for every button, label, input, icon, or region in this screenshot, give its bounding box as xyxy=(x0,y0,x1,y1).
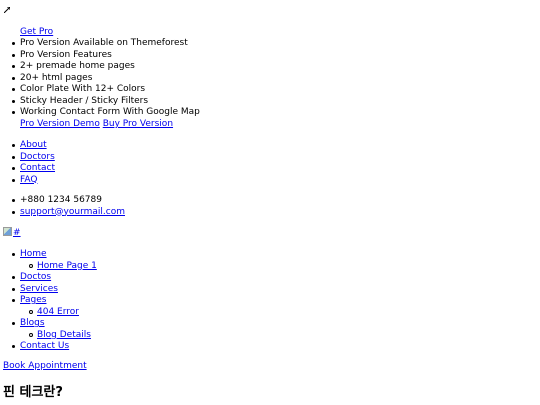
submenu-item: Blog Details xyxy=(29,330,97,342)
nav-link-404[interactable]: 404 Error xyxy=(37,307,79,317)
nav-link-home-page-1[interactable]: Home Page 1 xyxy=(37,261,97,271)
pro-demo-link[interactable]: Pro Version Demo xyxy=(20,119,100,129)
list-item: Pro Version Features xyxy=(12,50,200,62)
nav-item-home: Home Home Page 1 xyxy=(12,249,97,273)
contact-link[interactable]: Contact xyxy=(20,163,55,173)
contact-info: +880 1234 56789 support@yourmail.com xyxy=(0,195,125,218)
nav-item-services: Services xyxy=(12,284,97,296)
pages-submenu: 404 Error xyxy=(20,307,97,319)
list-item: FAQ xyxy=(11,175,55,187)
nav-link-blog-details[interactable]: Blog Details xyxy=(37,330,91,340)
pro-promo-panel: Get Pro xyxy=(20,27,53,39)
nav-item-pages: Pages 404 Error xyxy=(12,295,97,319)
pro-links: Pro Version Demo Buy Pro Version xyxy=(20,119,173,131)
faq-link[interactable]: FAQ xyxy=(20,175,37,185)
pro-features-list: Pro Version Available on Themeforest Pro… xyxy=(0,38,200,119)
blogs-submenu: Blog Details xyxy=(20,330,97,342)
nav-link-contact-us[interactable]: Contact Us xyxy=(20,341,69,351)
home-submenu: Home Page 1 xyxy=(20,261,97,273)
nav-link-doctors[interactable]: Doctos xyxy=(20,272,51,282)
list-item: support@yourmail.com xyxy=(12,207,125,219)
list-item: 2+ premade home pages xyxy=(12,61,200,73)
list-item: Sticky Header / Sticky Filters xyxy=(12,96,200,108)
book-appointment-link[interactable]: Book Appointment xyxy=(3,361,87,371)
list-item: Doctors xyxy=(11,152,55,164)
nav-item-doctors: Doctos xyxy=(12,272,97,284)
submenu-item: Home Page 1 xyxy=(29,261,97,273)
nav-item-blogs: Blogs Blog Details xyxy=(12,318,97,342)
list-item: Contact xyxy=(11,163,55,175)
list-item: About xyxy=(11,140,55,152)
submenu-item: 404 Error xyxy=(29,307,97,319)
phone-number: +880 1234 56789 xyxy=(12,195,125,207)
nav-item-contact-us: Contact Us xyxy=(12,341,97,353)
logo[interactable]: # xyxy=(3,227,21,240)
about-link[interactable]: About xyxy=(20,140,47,150)
expand-diagonal-icon[interactable] xyxy=(3,6,11,18)
page-title: 핀 테크란? xyxy=(3,385,63,400)
list-item: 20+ html pages xyxy=(12,73,200,85)
nav-link-services[interactable]: Services xyxy=(20,284,58,294)
get-pro-link[interactable]: Get Pro xyxy=(20,27,53,37)
broken-image-icon xyxy=(3,227,12,236)
list-item: Color Plate With 12+ Colors xyxy=(12,84,200,96)
email-link[interactable]: support@yourmail.com xyxy=(20,207,125,217)
book-appointment: Book Appointment xyxy=(3,361,87,373)
nav-link-pages[interactable]: Pages xyxy=(20,295,46,305)
top-links: About Doctors Contact FAQ xyxy=(0,140,55,186)
nav-link-blogs[interactable]: Blogs xyxy=(20,318,45,328)
list-item: Working Contact Form With Google Map xyxy=(12,107,200,117)
nav-link-home[interactable]: Home xyxy=(20,249,47,259)
buy-pro-link[interactable]: Buy Pro Version xyxy=(103,119,173,129)
list-item: Pro Version Available on Themeforest xyxy=(12,38,200,50)
logo-link[interactable]: # xyxy=(13,228,21,238)
doctors-link[interactable]: Doctors xyxy=(20,152,55,162)
main-nav: Home Home Page 1 Doctos Services Pages 4… xyxy=(0,249,97,353)
